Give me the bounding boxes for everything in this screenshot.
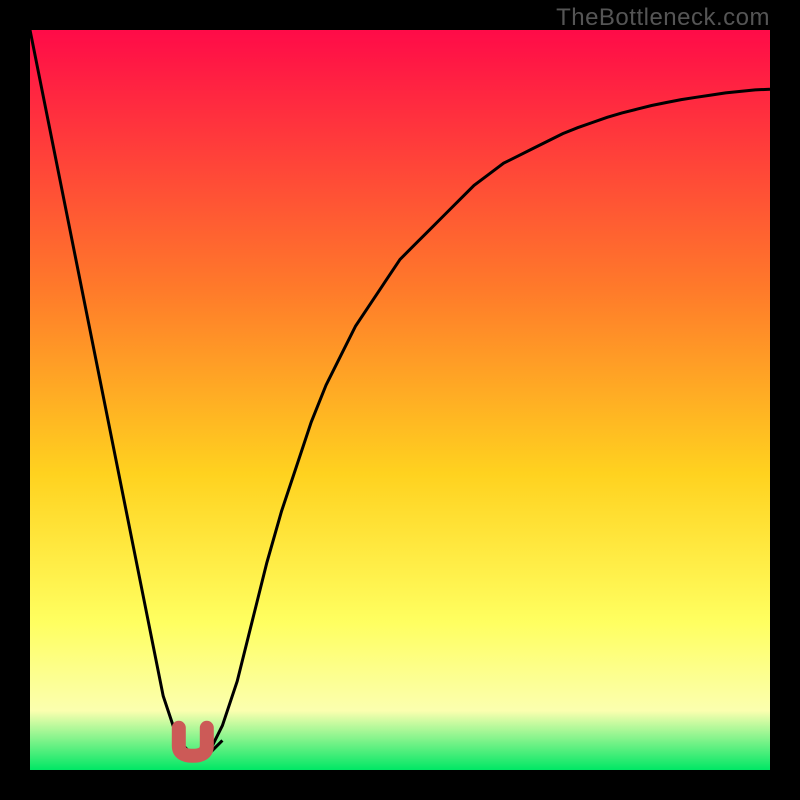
chart-frame: TheBottleneck.com <box>0 0 800 800</box>
gradient-background <box>30 30 770 770</box>
plot-area <box>30 30 770 770</box>
plot-svg <box>30 30 770 770</box>
watermark-text: TheBottleneck.com <box>556 4 770 32</box>
